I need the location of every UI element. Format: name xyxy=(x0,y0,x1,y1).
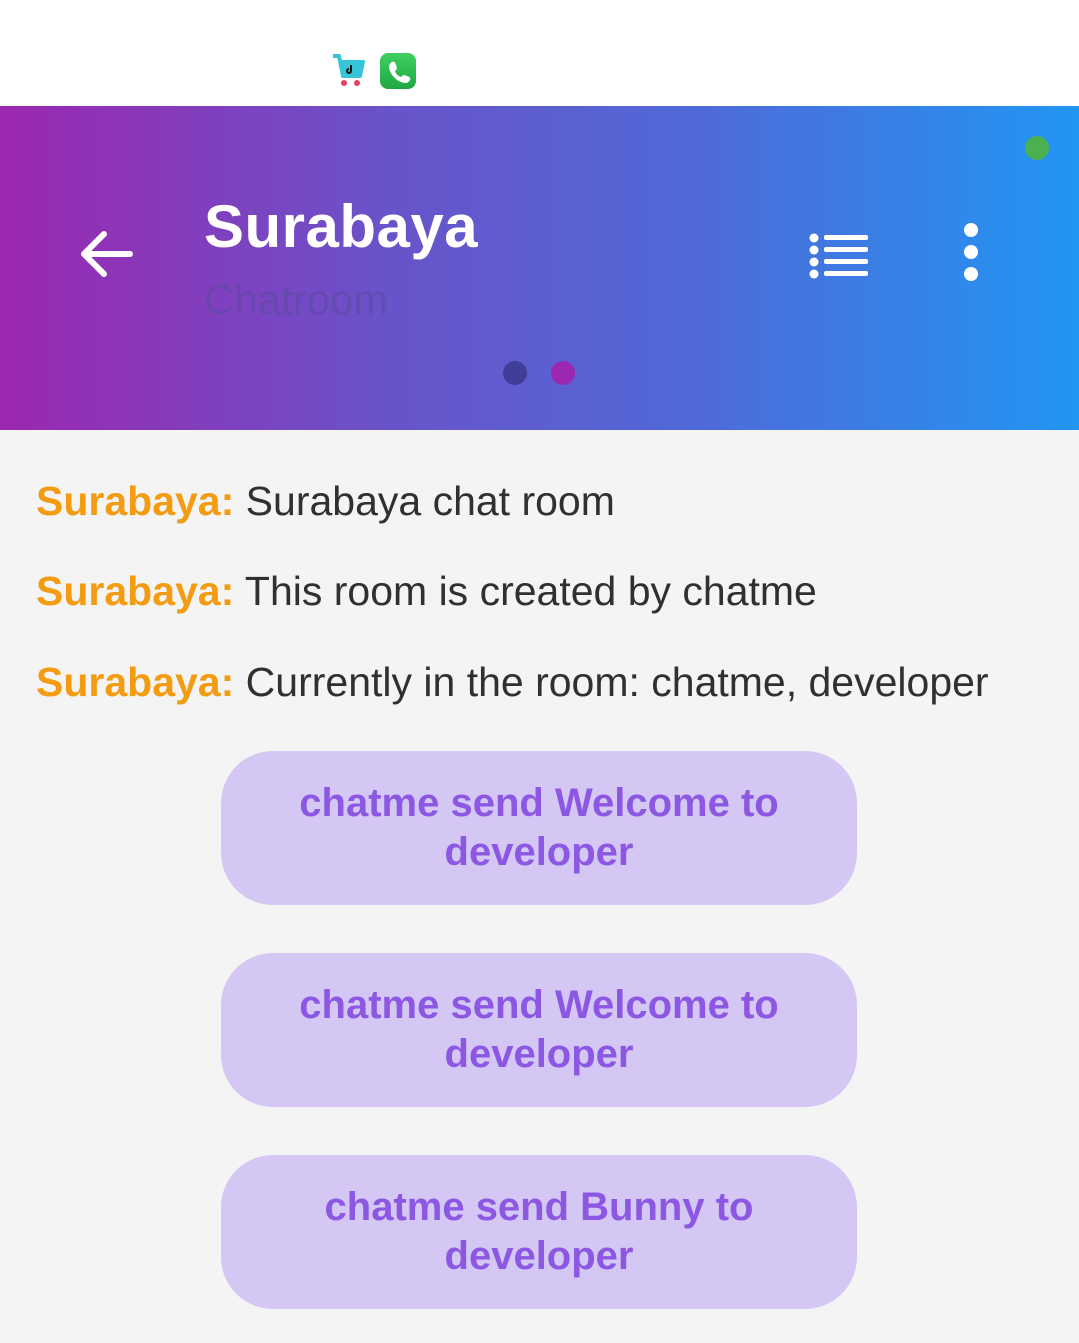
page-title: Surabaya xyxy=(204,193,479,260)
gift-notification: chatme send Welcome to developer xyxy=(221,751,857,905)
phone-icon xyxy=(380,53,416,89)
chat-message: Surabaya: This room is created by chatme xyxy=(36,568,817,615)
shopping-cart-icon xyxy=(330,52,366,90)
online-indicator xyxy=(1025,136,1049,160)
chat-message: Surabaya: Currently in the room: chatme,… xyxy=(36,659,989,706)
more-vertical-icon xyxy=(964,223,978,281)
pager-dot-1[interactable] xyxy=(503,361,527,385)
more-options-button[interactable] xyxy=(946,218,996,290)
message-text: This room is created by chatme xyxy=(244,568,817,614)
chat-message: Surabaya: Surabaya chat room xyxy=(36,478,615,525)
gift-label: chatme send Welcome to developer xyxy=(299,781,779,874)
back-arrow-icon xyxy=(81,231,133,277)
gift-label: chatme send Welcome to developer xyxy=(299,983,779,1076)
page-subtitle: Chatroom xyxy=(204,276,389,323)
message-sender[interactable]: Surabaya: xyxy=(36,478,234,524)
message-text: Currently in the room: chatme, developer xyxy=(245,659,989,705)
chatroom-header: Surabaya Chatroom xyxy=(0,106,1079,430)
message-sender[interactable]: Surabaya: xyxy=(36,659,234,705)
list-icon xyxy=(809,233,868,279)
gift-notification: chatme send Welcome to developer xyxy=(221,953,857,1107)
back-button[interactable] xyxy=(72,218,144,290)
pager-dot-2[interactable] xyxy=(551,361,575,385)
status-bar xyxy=(0,0,1079,106)
message-sender[interactable]: Surabaya: xyxy=(36,568,234,614)
gift-label: chatme send Bunny to developer xyxy=(324,1185,754,1278)
gift-notification: chatme send Bunny to developer xyxy=(221,1155,857,1309)
list-button[interactable] xyxy=(802,224,878,284)
message-text: Surabaya chat room xyxy=(245,478,615,524)
